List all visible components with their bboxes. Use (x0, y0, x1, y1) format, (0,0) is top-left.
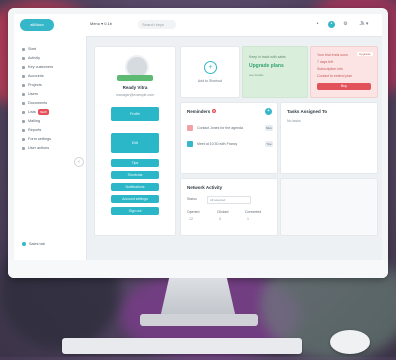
sidebar-item-activity[interactable]: Activity (22, 55, 40, 61)
users-icon (22, 92, 25, 96)
form-icon (22, 137, 25, 141)
add-shortcut-label: Add to Shortcut (197, 79, 223, 83)
start-icon (22, 47, 25, 51)
account-menu[interactable]: Jk ▾ (356, 21, 372, 28)
sidebar-item-user-actions[interactable]: User actions (22, 145, 49, 151)
alert-line-2: 7 days left (317, 60, 333, 64)
upgrade-tag[interactable]: Upgrade (357, 52, 373, 56)
mail-icon (22, 119, 25, 123)
chat-icon[interactable]: • (328, 21, 335, 28)
sidebar-item-accounts[interactable]: Accounts (22, 73, 44, 79)
collapse-sidebar-button[interactable]: ‹ (74, 157, 84, 167)
account-settings-button[interactable]: Account settings (111, 195, 159, 203)
stat-clicked-value: 3 (219, 217, 221, 221)
sidebar-item-lists[interactable]: Lists NEW (22, 109, 49, 115)
sidebar-item-mailing[interactable]: Mailing (22, 118, 40, 124)
buy-button[interactable]: Buy (317, 83, 371, 90)
monitor-stand-neck (160, 278, 236, 318)
sidebar-item-reports[interactable]: Reports (22, 127, 41, 133)
network-activity-card: Network Activity Status All selected Ope… (180, 178, 278, 236)
projects-icon (22, 83, 25, 87)
monitor-stand-base (140, 314, 258, 326)
mouse (330, 330, 370, 354)
monitor-chin (8, 260, 388, 278)
reminder-text[interactable]: Contact Jones for the agenda (197, 126, 243, 130)
keyboard (62, 338, 302, 354)
sidebar-item-users[interactable]: Users (22, 91, 38, 97)
sidebar-item-documents[interactable]: Documents (22, 100, 47, 106)
empty-card (280, 178, 378, 236)
reminder-icon (187, 125, 193, 131)
shortcuts-button[interactable]: Shortcuts (111, 171, 159, 179)
add-reminder-icon[interactable]: + (265, 108, 272, 115)
stat-opened-head: Opened (187, 210, 200, 214)
sales-icon (22, 242, 26, 246)
promo-card: Keep in track with sales Upgrade plans s… (242, 46, 308, 98)
reminder-icon (187, 141, 193, 147)
reminder-day-pill: Tue (265, 141, 273, 147)
reports-icon (22, 128, 25, 132)
app-logo[interactable]: allMaxx (20, 19, 54, 31)
trial-alert-card: Your trial ends soon Upgrade 7 days left… (310, 46, 378, 98)
stat-converted-head: Converted (245, 210, 262, 214)
avatar-ribbon (117, 75, 153, 81)
alert-line-4: Contact to extend plan (317, 74, 353, 78)
lists-icon (22, 110, 25, 114)
documents-icon (22, 101, 25, 105)
notifications-button[interactable]: Notifications (111, 183, 159, 191)
alert-line-3: Subscription info (317, 67, 343, 71)
plus-icon[interactable]: + (204, 61, 217, 74)
edit-button[interactable]: Edit (111, 133, 159, 153)
settings-icon[interactable]: ⚙ (342, 21, 349, 28)
sign-out-button[interactable]: Sign out (111, 207, 159, 215)
search-input[interactable]: Search keys (138, 20, 176, 29)
sidebar-item-form-settings[interactable]: Form settings (22, 136, 51, 142)
top-bar: allMaxx Menu ▾ 0.1b Search keys • • ⚙ Jk… (14, 14, 382, 37)
tasks-title: Tasks Assigned To (287, 109, 328, 114)
reminders-title: Reminders 2 (187, 109, 216, 114)
customers-icon (22, 65, 25, 69)
reminder-day-pill: Mon (265, 125, 273, 131)
network-title: Network Activity (187, 185, 223, 190)
alert-line-1: Your trial ends soon (317, 53, 348, 57)
stat-opened-value: 12 (189, 217, 193, 221)
profile-name: Ready Vitra (122, 85, 148, 90)
notification-icon[interactable]: • (314, 21, 321, 28)
tips-button[interactable]: Tips (111, 159, 159, 167)
promo-line-1: Keep in track with sales (249, 55, 286, 59)
sidebar: Start Activity Key customers Accounts Pr… (14, 36, 87, 260)
stat-converted-value: 1 (247, 217, 249, 221)
reminder-text[interactable]: Meet at 10:30 with Francy (197, 142, 237, 146)
new-badge: NEW (37, 109, 49, 115)
stat-clicked-head: Clicked (217, 210, 229, 214)
reminders-count-badge: 2 (212, 109, 216, 113)
activity-icon (22, 56, 25, 60)
sidebar-item-start[interactable]: Start (22, 46, 36, 52)
sidebar-item-projects[interactable]: Projects (22, 82, 42, 88)
top-menu[interactable]: Menu ▾ 0.1b (90, 21, 112, 26)
sidebar-item-key-customers[interactable]: Key customers (22, 64, 53, 70)
sidebar-footer[interactable]: Sales tab (22, 242, 45, 246)
add-shortcut-card[interactable]: + Add to Shortcut (180, 46, 240, 98)
status-filter-select[interactable]: All selected (207, 196, 251, 204)
reminders-card: Reminders 2 + Contact Jones for the agend… (180, 102, 278, 174)
tasks-empty: No tasks (287, 119, 301, 123)
tasks-card: Tasks Assigned To No tasks (280, 102, 378, 174)
status-filter-label: Status (187, 197, 197, 201)
profile-email: manager@example.com (115, 93, 155, 97)
promo-headline: Upgrade plans (249, 63, 284, 69)
profile-card: Ready Vitra manager@example.com Profile … (94, 46, 176, 236)
screen: allMaxx Menu ▾ 0.1b Search keys • • ⚙ Jk… (14, 14, 382, 260)
promo-link[interactable]: see details (249, 73, 263, 77)
monitor: allMaxx Menu ▾ 0.1b Search keys • • ⚙ Jk… (8, 8, 388, 278)
accounts-icon (22, 74, 25, 78)
actions-icon (22, 146, 25, 150)
profile-button[interactable]: Profile (111, 107, 159, 121)
